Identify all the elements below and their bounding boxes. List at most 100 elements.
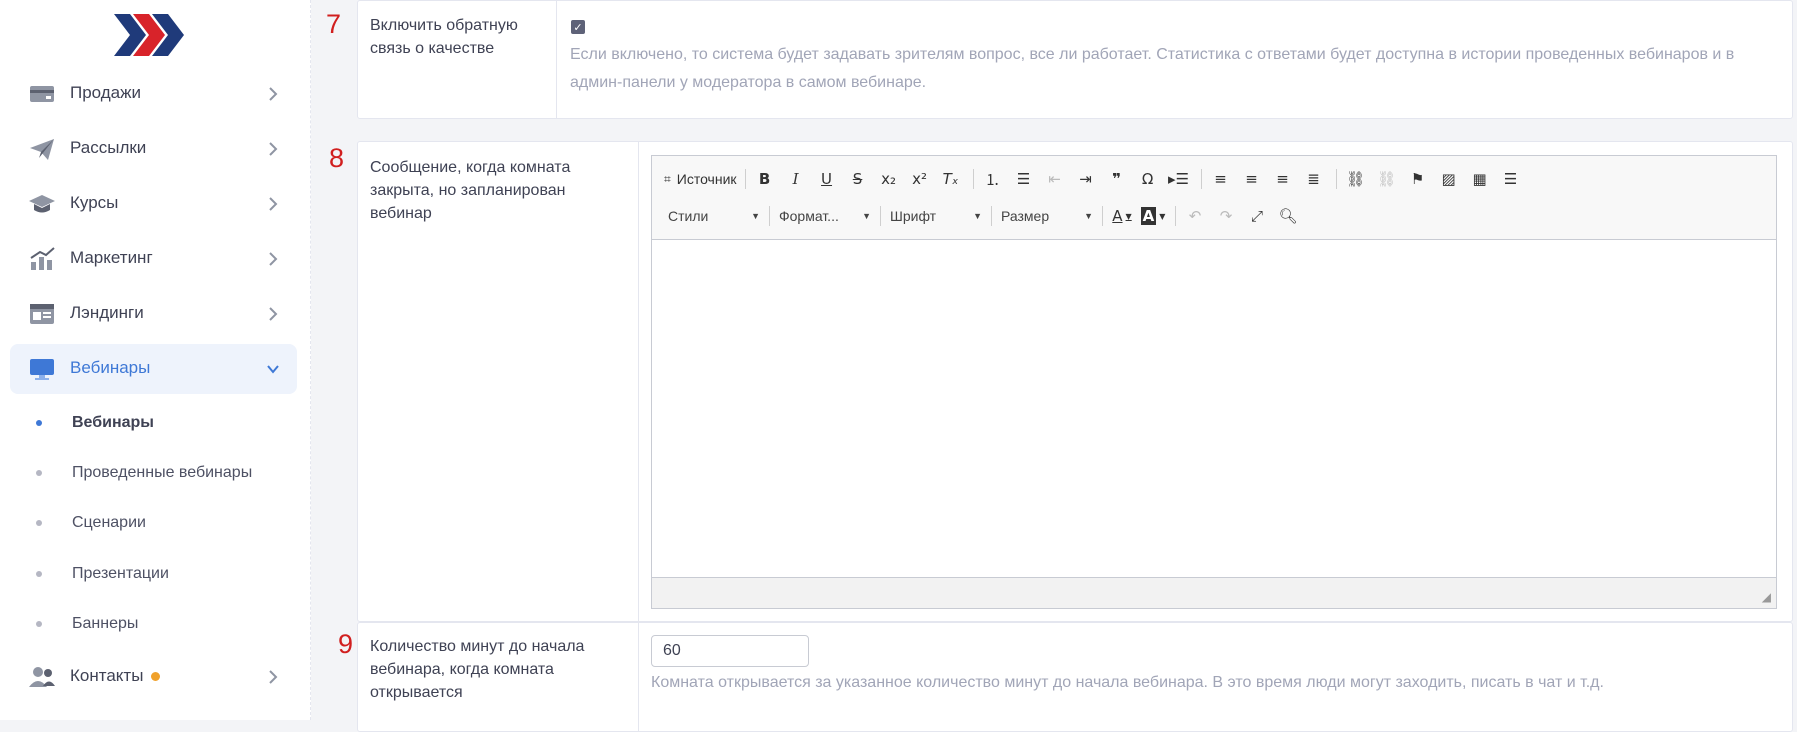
sidebar-item-label: Курсы <box>70 193 119 212</box>
styles-dropdown[interactable]: Стили ▼ <box>664 203 764 229</box>
sidebar-item-contacts[interactable]: Контакты <box>10 652 297 702</box>
underline-icon[interactable]: U <box>813 166 841 192</box>
numbered-list-icon[interactable]: ⒈ <box>979 166 1007 192</box>
chevron-right-icon <box>269 252 278 266</box>
chevron-right-icon <box>269 307 278 321</box>
sub-item-banners[interactable]: Баннеры <box>36 609 138 639</box>
anchor-flag-icon[interactable]: ⚑ <box>1404 166 1432 192</box>
sub-item-past-webinars[interactable]: Проведенные вебинары <box>36 458 252 488</box>
font-dropdown[interactable]: Шрифт ▼ <box>886 203 986 229</box>
format-dropdown[interactable]: Формат... ▼ <box>775 203 875 229</box>
separator <box>880 206 881 226</box>
unlink-icon[interactable]: ⛓ <box>1373 166 1401 192</box>
table-icon[interactable]: ▦ <box>1466 166 1494 192</box>
chevron-right-icon <box>269 87 278 101</box>
sidebar-item-label: Контакты <box>70 666 161 686</box>
special-char-icon[interactable]: Ω <box>1134 166 1162 192</box>
sidebar-item-landings[interactable]: Лэндинги <box>10 289 297 339</box>
justify-icon[interactable]: ≣ <box>1300 166 1328 192</box>
image-icon[interactable]: ▨ <box>1435 166 1463 192</box>
align-right-icon[interactable]: ≡ <box>1269 166 1297 192</box>
sub-item-presentations[interactable]: Презентации <box>36 559 169 589</box>
card-icon <box>30 86 54 102</box>
paper-plane-icon <box>30 139 54 160</box>
strikethrough-icon[interactable]: S <box>844 166 872 192</box>
sidebar-item-sales[interactable]: Продажи <box>10 69 297 119</box>
minutes-input[interactable] <box>651 635 809 667</box>
resize-handle-icon[interactable]: ◢ <box>1762 590 1771 604</box>
text-color-icon[interactable]: A ▼ <box>1108 203 1136 229</box>
sidebar-item-label: Лэндинги <box>70 303 144 322</box>
sub-item-webinars[interactable]: Вебинары <box>36 408 154 438</box>
indent-icon[interactable]: ⇥ <box>1072 166 1100 192</box>
outdent-icon[interactable]: ⇤ <box>1041 166 1069 192</box>
separator <box>1200 169 1202 189</box>
users-icon <box>29 667 55 687</box>
sub-item-scenarios[interactable]: Сценарии <box>36 508 146 538</box>
bulleted-list-icon[interactable]: ☰ <box>1010 166 1038 192</box>
italic-icon[interactable]: I <box>782 166 810 192</box>
superscript-icon[interactable]: x² <box>906 166 934 192</box>
monitor-icon <box>30 359 54 380</box>
sidebar-item-courses[interactable]: Курсы <box>10 179 297 229</box>
preview-icon[interactable]: 🔍︎ <box>1274 203 1302 229</box>
sub-item-label: Проведенные вебинары <box>72 464 253 481</box>
separator <box>1175 206 1176 226</box>
maximize-icon[interactable]: ⤢ <box>1243 203 1271 229</box>
browser-window-icon <box>30 304 54 324</box>
bullet <box>36 621 42 627</box>
graduation-cap-icon <box>29 195 55 213</box>
separator <box>744 169 746 189</box>
create-div-icon[interactable]: ▸☰ <box>1165 166 1193 192</box>
format-label: Формат... <box>779 208 839 224</box>
caret-down-icon: ▼ <box>1084 211 1093 221</box>
sidebar-item-marketing[interactable]: Маркетинг <box>10 234 297 284</box>
toolbar-row-2: Стили ▼ Формат... ▼ Шрифт ▼ Размер ▼ A ▼ A ▼ ↶… <box>664 202 1305 230</box>
sidebar-item-label: Маркетинг <box>70 248 153 267</box>
remove-format-icon[interactable]: Tₓ <box>937 166 965 192</box>
sidebar-item-label: Рассылки <box>70 138 147 157</box>
horizontal-line-icon[interactable]: ☰ <box>1497 166 1525 192</box>
align-left-icon[interactable]: ≡ <box>1207 166 1235 192</box>
sidebar-item-label: Продажи <box>70 83 141 102</box>
separator <box>769 206 770 226</box>
contacts-label-text: Контакты <box>70 666 144 685</box>
font-label: Шрифт <box>890 208 937 224</box>
setting-label: Включить обратную связь о качестве <box>358 1 557 118</box>
separator <box>991 206 992 226</box>
setting-help: Если включено, то система будет задавать… <box>570 46 1735 91</box>
undo-icon[interactable]: ↶ <box>1181 203 1209 229</box>
subscript-icon[interactable]: x₂ <box>875 166 903 192</box>
bullet <box>36 571 42 577</box>
source-icon: ⌗ <box>664 171 671 186</box>
sub-item-label: Сценарии <box>72 514 146 531</box>
source-button[interactable]: ⌗ Источник <box>664 166 737 192</box>
setting-number: 8 <box>329 143 345 173</box>
setting-row-closed-room-message: Сообщение, когда комната закрыта, но зап… <box>357 141 1793 622</box>
sidebar-item-webinars[interactable]: Вебинары <box>10 344 297 394</box>
align-center-icon[interactable]: ≡ <box>1238 166 1266 192</box>
toolbar-row-1: ⌗ Источник B I U S x₂ x² Tₓ ⒈ ☰ ⇤ ⇥ ❞ Ω ▸… <box>664 165 1528 193</box>
separator <box>1102 206 1103 226</box>
chevron-right-icon <box>269 197 278 211</box>
editor-content-area[interactable] <box>652 240 1776 578</box>
sidebar-item-mailings[interactable]: Рассылки <box>10 124 297 174</box>
setting-value: ✓ Если включено, то система будет задава… <box>557 1 1792 118</box>
size-dropdown[interactable]: Размер ▼ <box>997 203 1097 229</box>
link-icon[interactable]: ⛓ <box>1342 166 1370 192</box>
sub-item-label: Вебинары <box>72 414 154 431</box>
size-label: Размер <box>1001 208 1050 224</box>
caret-down-icon: ▼ <box>751 211 760 221</box>
redo-icon[interactable]: ↷ <box>1212 203 1240 229</box>
chevron-right-icon <box>269 142 278 156</box>
setting-label: Сообщение, когда комната закрыта, но зап… <box>358 142 639 621</box>
caret-down-icon: ▼ <box>973 211 982 221</box>
blockquote-icon[interactable]: ❞ <box>1103 166 1131 192</box>
chevron-down-icon <box>267 365 279 374</box>
background-color-icon[interactable]: A ▼ <box>1139 203 1167 229</box>
sidebar: Продажи Рассылки Курсы Маркетинг Лэндинг… <box>0 0 311 720</box>
notification-dot <box>151 672 161 682</box>
source-label: Источник <box>676 171 737 187</box>
quality-feedback-checkbox[interactable]: ✓ <box>571 20 585 34</box>
bold-icon[interactable]: B <box>751 166 779 192</box>
